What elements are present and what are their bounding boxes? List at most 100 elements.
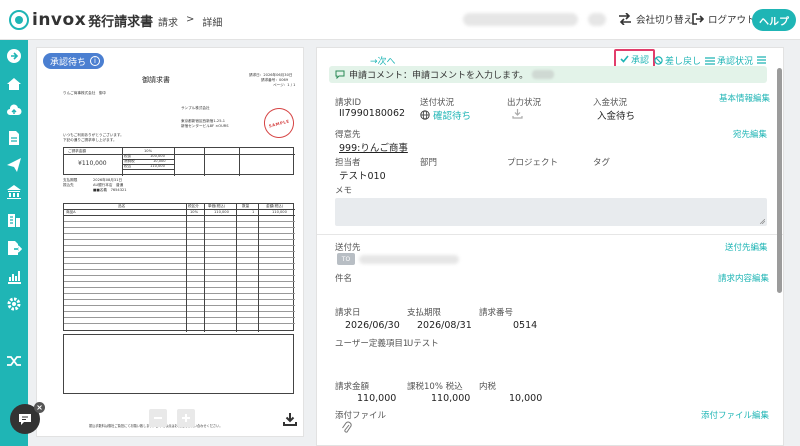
document-issuer: サンプル株式会社 [181, 106, 210, 110]
approval-comment-bar: 申請コメント：申請コメントを入力します。 [329, 66, 767, 83]
customer-label: 得意先 [335, 130, 361, 140]
menu-icon[interactable] [757, 56, 766, 64]
col-item-name: 品名 [118, 204, 126, 208]
logo-text: invox [32, 10, 87, 30]
col-unit-price: 単価(税込) [208, 204, 226, 208]
attachments-label: 添付ファイル [335, 411, 387, 421]
amount-value: 110,000 [357, 393, 397, 404]
status-badge-label: 承認待ち [50, 57, 87, 68]
amount-total: ¥110,000 [78, 160, 107, 167]
switch-arrows-icon [619, 13, 631, 25]
project-label: プロジェクト [507, 158, 559, 168]
due-date-value: 2026/08/31 [417, 320, 472, 331]
breadcrumb-invoices[interactable]: 請求 [158, 14, 178, 29]
close-icon [37, 405, 42, 410]
amount-label: 請求金額 [335, 382, 370, 392]
globe-icon [420, 110, 430, 120]
info-icon[interactable]: i [90, 56, 101, 66]
sidebar-chart-icon[interactable] [6, 268, 22, 284]
payment-status-label: 入金状況 [593, 98, 628, 108]
sample-stamp: SAMPLE [260, 104, 298, 142]
row-tax-type: 10% [190, 210, 198, 214]
amount-summary-table: ご請求金額 ¥110,000 10% 税抜 100,000 消費税 10,000… [63, 147, 295, 176]
minus-icon [154, 417, 162, 419]
row-unit-price: 110,000 [214, 210, 229, 214]
invox-logo-icon [9, 10, 29, 30]
user-field-value: Uテスト [407, 339, 439, 349]
invoice-detail-panel: →次へ 承認 差し戻し 承認状況 申請コメント：申請コメントを入力します。 請求… [316, 47, 784, 446]
user-field-label: ユーザー定義項目1 [335, 339, 409, 349]
logout-button[interactable]: ログアウト [692, 12, 756, 26]
download-icon[interactable] [283, 412, 297, 426]
edit-customer-link[interactable]: 宛先編集 [733, 128, 767, 140]
department-label: 部門 [420, 158, 438, 168]
logo[interactable]: invox 発行請求書 [9, 10, 153, 30]
edit-invoice-content-link[interactable]: 請求内容編集 [718, 272, 769, 284]
sidebar-gear-icon[interactable] [6, 296, 22, 312]
send-status-label: 送付状況 [420, 98, 455, 108]
bank-account: ■■名義 7654321 [93, 188, 127, 192]
col-amount: 金額(税込) [266, 204, 284, 208]
memo-textarea[interactable] [335, 198, 767, 226]
row-amount: 110,000 [272, 210, 287, 214]
col-tax-type: 税区分 [188, 204, 199, 208]
sidebar-send-icon[interactable] [6, 157, 22, 173]
edit-send-to-link[interactable]: 送付先編集 [725, 241, 768, 253]
sidebar-building-icon[interactable] [6, 212, 22, 228]
bank-label: 振込先 [63, 183, 74, 187]
send-status-link[interactable]: 確認待ち [433, 108, 471, 122]
approve-label: 承認 [631, 55, 650, 66]
sidebar-cloud-upload-icon[interactable] [6, 102, 22, 118]
stamp-text: SAMPLE [268, 117, 290, 129]
amount-label: ご請求金額 [68, 149, 86, 153]
paperclip-icon[interactable] [341, 421, 353, 435]
sidebar-export-icon[interactable] [6, 240, 22, 256]
row-quantity: 1 [252, 210, 255, 214]
switch-company-button[interactable]: 会社切り替え [618, 12, 693, 26]
customer-link[interactable]: 999:りんご商事 [339, 140, 408, 154]
download-status-icon [512, 109, 523, 119]
row-item-name: 商品A [66, 210, 76, 214]
chat-bubble-icon [19, 413, 31, 425]
edit-attachments-link[interactable]: 添付ファイル編集 [701, 409, 769, 421]
taxable-amount-label: 課税10% 税込 [407, 382, 463, 392]
next-page-button[interactable] [177, 409, 195, 427]
document-title: 御請求書 [142, 76, 170, 84]
to-badge: TO [337, 253, 355, 265]
invoice-id-value: II7990180062 [339, 108, 406, 119]
check-icon [620, 55, 629, 63]
status-badge: 承認待ち i [43, 53, 105, 69]
items-table: 品名 税区分 単価(税込) 数量 金額(税込) 商品A 10% 110,000 … [63, 203, 295, 332]
breadcrumb: 請求 > 詳細 [158, 14, 222, 29]
invoice-number-value: 0514 [513, 320, 538, 331]
tax-row-value: 110,000 [150, 164, 165, 168]
col-quantity: 数量 [242, 204, 250, 208]
comment-icon [335, 70, 345, 79]
approval-comment-text: 申請コメント：申請コメントを入力します。 [349, 71, 529, 81]
app-header: invox 発行請求書 請求 > 詳細 会社切り替え ログアウト ヘルプ [0, 0, 800, 40]
blurred-commenter [532, 70, 555, 79]
send-to-label: 送付先 [335, 243, 361, 253]
memo-label: メモ [335, 186, 353, 196]
list-icon [705, 56, 715, 65]
subject-label: 件名 [335, 274, 353, 284]
logout-label: ログアウト [708, 15, 756, 26]
sidebar-shuffle-icon[interactable] [6, 353, 22, 369]
scrollbar-thumb[interactable] [777, 68, 782, 293]
switch-company-label: 会社切り替え [636, 15, 694, 26]
invoice-number-label: 請求番号 [479, 308, 514, 318]
help-button[interactable]: ヘルプ [752, 9, 796, 31]
sidebar-home-icon[interactable] [6, 76, 22, 92]
prev-page-button[interactable] [149, 409, 167, 427]
invoice-preview-panel: 承認待ち i 御請求書 請求日：2026年06月30日 請求番号：0069 ペー… [36, 47, 304, 437]
owner-value: テスト010 [339, 171, 386, 182]
section-divider [317, 234, 783, 235]
resize-handle-icon[interactable] [760, 219, 765, 224]
invoice-date-label: 請求日 [335, 308, 361, 318]
sidebar-arrow-icon[interactable] [6, 48, 22, 64]
sidebar-document-icon[interactable] [6, 130, 22, 146]
owner-label: 担当者 [335, 158, 361, 168]
chat-close-button[interactable] [34, 402, 45, 413]
sidebar-bank-icon[interactable] [6, 184, 22, 200]
edit-basic-info-link[interactable]: 基本情報編集 [719, 92, 770, 104]
